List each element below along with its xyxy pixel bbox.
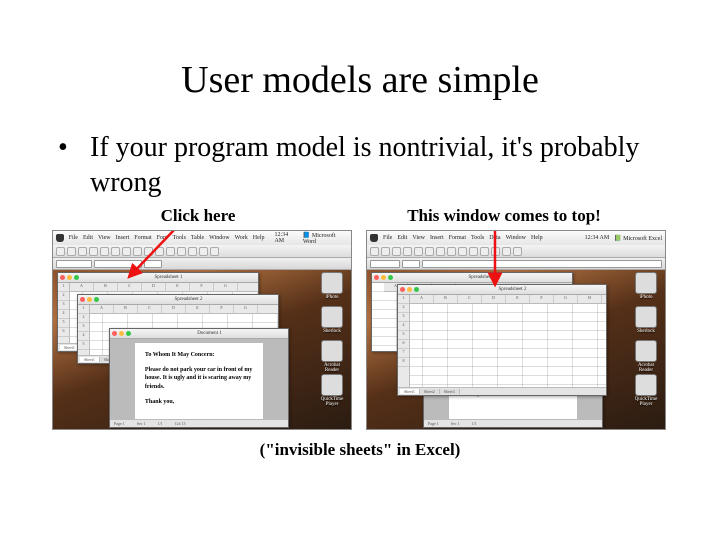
minimize-icon <box>119 331 124 336</box>
titlebar: Spreadsheet 1 <box>58 273 258 283</box>
clock: 12:34 AM <box>585 235 610 241</box>
captions: Click here This window comes to top! <box>58 206 670 226</box>
footnote: ("invisible sheets" in Excel) <box>50 440 670 460</box>
desktop: iPhoto Sherlock Acrobat Reader QuickTime… <box>367 270 665 429</box>
minimize-icon <box>381 275 386 280</box>
status-bar: Page 1Sec 11/1Col 13 <box>110 419 288 427</box>
desktop-icon: Acrobat Reader <box>631 340 661 373</box>
window-title: Spreadsheet 1 <box>469 275 497 280</box>
bullet-text: If your program model is nontrivial, it'… <box>90 130 670 200</box>
bullet-dot: • <box>58 130 90 200</box>
document-page: To Whom It May Concern: Please do not pa… <box>135 343 263 419</box>
document-window: Document 1 To Whom It May Concern: Pleas… <box>109 328 289 428</box>
desktop-icon: Sherlock <box>317 306 347 334</box>
zoom-icon <box>414 287 419 292</box>
menubar: File Edit View Insert Format Tools Data … <box>367 231 665 245</box>
window-title: Spreadsheet 2 <box>499 287 527 292</box>
formula-bar <box>367 258 665 270</box>
menu: View <box>98 235 111 241</box>
window-title: Spreadsheet 2 <box>175 297 203 302</box>
bullet-item: • If your program model is nontrivial, i… <box>58 130 670 200</box>
document-body: To Whom It May Concern: Please do not pa… <box>110 339 288 419</box>
status-bar: Page 1Sec 11/1 <box>424 419 602 427</box>
doc-greeting: To Whom It May Concern: <box>145 352 215 358</box>
close-icon <box>400 287 405 292</box>
menu: File <box>69 235 78 241</box>
close-icon <box>112 331 117 336</box>
titlebar: Spreadsheet 2 <box>78 295 278 305</box>
column-headers: ABCDEFG <box>90 305 278 314</box>
menu: Window <box>506 235 526 241</box>
zoom-icon <box>74 275 79 280</box>
column-headers: ABCDEFGH <box>410 295 606 304</box>
window-title: Document 1 <box>197 331 222 336</box>
apple-icon <box>370 234 378 242</box>
menu: Tools <box>471 235 484 241</box>
sheet-tab: Sheet2 <box>420 389 440 394</box>
menu: Edit <box>397 235 407 241</box>
toolbar <box>53 245 351 258</box>
clock: 12:34 AM <box>274 232 297 244</box>
menu: Window <box>209 235 229 241</box>
close-icon <box>60 275 65 280</box>
menu: Help <box>531 235 543 241</box>
menu: File <box>383 235 392 241</box>
bullet-list: • If your program model is nontrivial, i… <box>58 130 670 200</box>
screenshot-right: File Edit View Insert Format Tools Data … <box>366 230 666 430</box>
sheet-tab: Sheet1 <box>80 357 100 362</box>
window-title: Spreadsheet 1 <box>155 275 183 280</box>
zoom-icon <box>126 331 131 336</box>
menu: Insert <box>430 235 444 241</box>
desktop-icon: iPhoto <box>317 272 347 300</box>
menu: Edit <box>83 235 93 241</box>
caption-left: Click here <box>58 206 338 226</box>
cells-grid <box>398 295 606 395</box>
zoom-icon <box>94 297 99 302</box>
row-headers: 12345678 <box>398 295 410 395</box>
menu: Format <box>449 235 466 241</box>
sheet-tab: Sheet3 <box>440 389 460 394</box>
menubar-app: 📘 Microsoft Word <box>303 232 348 245</box>
menu: Table <box>191 235 204 241</box>
slide-title: User models are simple <box>50 58 670 102</box>
doc-signoff: Thank you, <box>145 399 174 405</box>
screenshots-row: File Edit View Insert Format Font Tools … <box>52 230 670 430</box>
menu: View <box>412 235 425 241</box>
toolbar <box>367 245 665 258</box>
spreadsheet-2-window: Spreadsheet 2 12345678 ABCDEFGH Sheet1 S… <box>397 284 607 396</box>
titlebar: Spreadsheet 1 <box>372 273 572 283</box>
format-bar <box>53 258 351 270</box>
doc-body: Please do not park your car in front of … <box>145 367 253 390</box>
menubar-app: 📗 Microsoft Excel <box>614 235 662 242</box>
sheet-tabs: Sheet1 Sheet2 Sheet3 <box>398 387 606 395</box>
desktop-icon: QuickTime Player <box>631 374 661 407</box>
menu: Insert <box>116 235 130 241</box>
minimize-icon <box>67 275 72 280</box>
caption-right: This window comes to top! <box>338 206 670 226</box>
menu: Format <box>134 235 151 241</box>
column-headers: ABCDEFG <box>70 283 258 292</box>
minimize-icon <box>87 297 92 302</box>
menu: Work <box>235 235 248 241</box>
desktop-icon: Sherlock <box>631 306 661 334</box>
menu: Help <box>253 235 265 241</box>
desktop-icon: Acrobat Reader <box>317 340 347 373</box>
menubar: File Edit View Insert Format Font Tools … <box>53 231 351 245</box>
close-icon <box>80 297 85 302</box>
sheet-tab: Sheet1 <box>400 389 420 394</box>
menu: Font <box>157 235 168 241</box>
titlebar: Spreadsheet 2 <box>398 285 606 295</box>
desktop-icon: iPhoto <box>631 272 661 300</box>
menu: Tools <box>173 235 186 241</box>
titlebar: Document 1 <box>110 329 288 339</box>
desktop: iPhoto Sherlock Acrobat Reader QuickTime… <box>53 270 351 429</box>
desktop-icon: QuickTime Player <box>317 374 347 407</box>
screenshot-left: File Edit View Insert Format Font Tools … <box>52 230 352 430</box>
menu: Data <box>489 235 500 241</box>
row-headers: 123456 <box>58 283 70 351</box>
apple-icon <box>56 234 64 242</box>
close-icon <box>374 275 379 280</box>
zoom-icon <box>388 275 393 280</box>
minimize-icon <box>407 287 412 292</box>
